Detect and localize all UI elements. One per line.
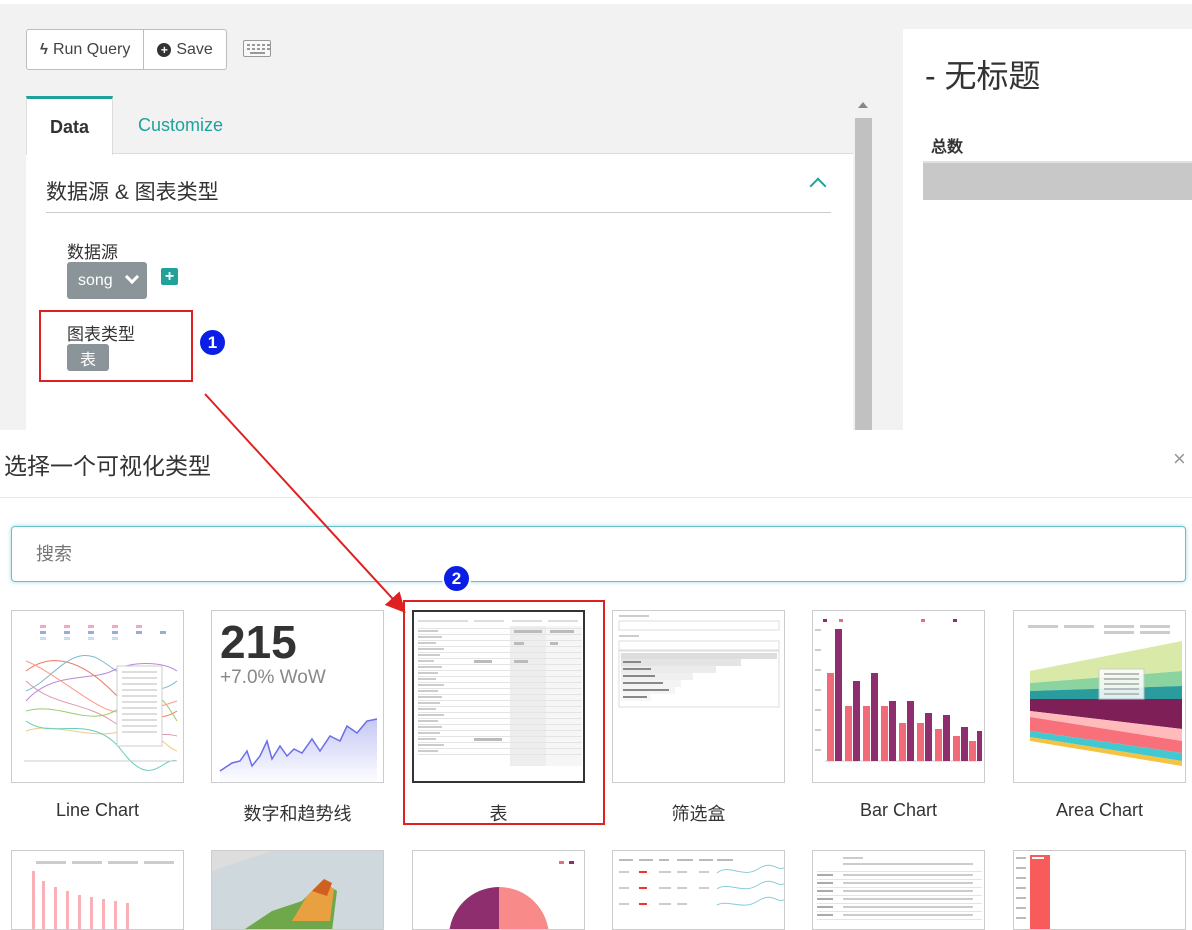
annotation-highlight-table-card [403,600,605,825]
run-query-button[interactable]: ϟ Run Query [26,29,145,70]
bolt-icon: ϟ [40,41,48,58]
section-divider [46,212,831,213]
close-icon[interactable]: × [1173,446,1186,472]
viz-card-label: Bar Chart [859,800,938,820]
viz-card-label: Line Chart [55,800,140,820]
step-2-badge: 2 [442,564,471,593]
table-result-row [923,161,1192,200]
table-column-header: 总数 [931,139,964,156]
chart-title[interactable]: - 无标题 [925,51,1041,97]
save-button[interactable]: + Save [144,29,227,70]
bar-chart-thumb-icon [815,619,982,762]
pie-chart-thumb-icon [449,861,574,929]
viz-card-bar-chart[interactable] [812,610,985,783]
area-chart-thumb-icon [1028,625,1182,766]
map-thumb-icon [212,851,383,929]
histogram-thumb-icon [1016,855,1050,929]
section-title[interactable]: 数据源 & 图表类型 [46,176,219,206]
viz-search-input[interactable] [11,526,1186,582]
time-table-thumb-icon [619,859,784,906]
step-1-badge: 1 [198,328,227,357]
viz-card-filter-box[interactable] [612,610,785,783]
annotation-highlight-chart-type [39,310,193,382]
datasource-label: 数据源 [67,243,118,262]
chevron-down-icon [124,269,140,285]
chart-preview: - 无标题 总数 [903,29,1192,430]
top-strip [0,0,1192,4]
collapse-chevron-icon[interactable] [809,177,827,195]
tab-data[interactable]: Data [26,96,113,155]
tab-customize[interactable]: Customize [138,96,223,155]
viz-card-row2-4[interactable] [612,850,785,930]
add-datasource-icon[interactable]: + [161,268,178,285]
viz-card-label: 数字和趋势线 [243,804,352,824]
viz-card-label: 筛选盒 [671,804,726,824]
datasource-select[interactable]: song [67,262,147,299]
line-chart-thumb-icon [24,625,178,771]
filter-box-thumb-icon [618,615,780,708]
scrollbar-thumb[interactable] [855,118,872,430]
datasource-value: song [78,271,113,289]
trendline-icon [219,718,378,782]
modal-divider [0,497,1192,498]
panel-tabs: Data Customize [26,96,853,155]
save-label: Save [176,40,213,58]
run-query-label: Run Query [52,40,131,58]
pivot-table-thumb-icon [817,857,982,920]
viz-card-line-chart[interactable] [11,610,184,783]
viz-card-label: Area Chart [1055,800,1144,820]
keyboard-shortcuts-icon[interactable] [243,40,271,57]
viz-card-row2-3[interactable] [412,850,585,930]
viz-card-big-number-trendline[interactable]: 215 +7.0% WoW [211,610,384,783]
viz-card-row2-5[interactable] [812,850,985,930]
bar-chart-thumb-icon [32,861,174,929]
viz-card-row2-2[interactable] [211,850,384,930]
plus-circle-icon: + [157,42,172,57]
viz-card-row2-1[interactable] [11,850,184,930]
modal-title: 选择一个可视化类型 [4,453,211,479]
viz-card-row2-6[interactable] [1013,850,1186,930]
query-toolbar: ϟ Run Query + Save [26,29,227,70]
scroll-up-arrow-icon[interactable] [858,102,868,108]
viz-card-area-chart[interactable] [1013,610,1186,783]
